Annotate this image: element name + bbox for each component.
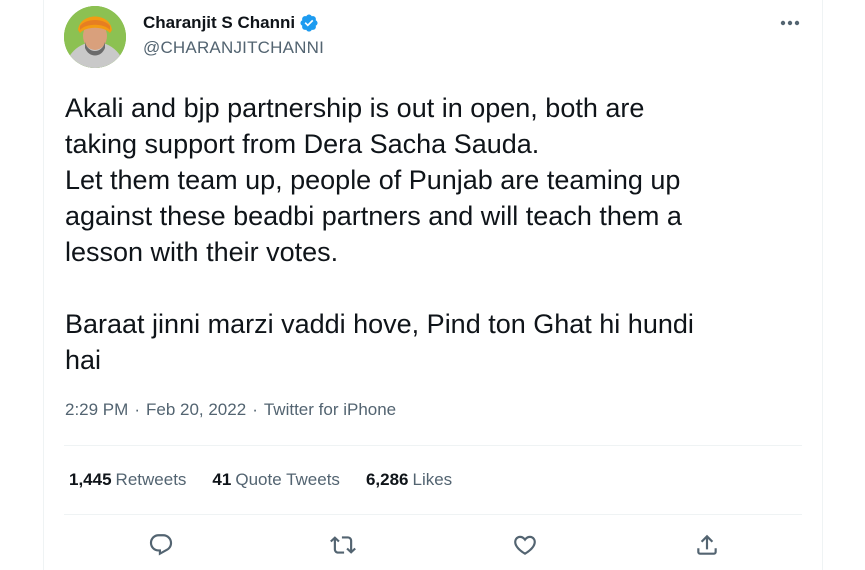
more-options-button[interactable] [773, 10, 807, 36]
likes-count: 6,286 [365, 470, 409, 489]
reply-button[interactable] [146, 530, 176, 560]
retweets-label: Retweets [115, 470, 187, 489]
tweet-line: Baraat jinni marzi vaddi hove, Pind ton … [65, 309, 694, 339]
action-bar [64, 530, 802, 562]
tweet-line: hai [65, 345, 102, 375]
quotes-label: Quote Tweets [235, 470, 340, 489]
verified-badge-icon [299, 13, 319, 33]
tweet-line: Akali and bjp partnership is out in open… [65, 93, 645, 123]
more-icon [780, 20, 800, 26]
quote-tweets-stat[interactable]: 41 Quote Tweets [212, 470, 340, 490]
avatar[interactable] [64, 6, 126, 68]
tweet-card: Charanjit S Channi @CHARANJITCHANNI Akal… [43, 0, 823, 570]
tweet-date[interactable]: Feb 20, 2022 [146, 400, 246, 420]
like-button[interactable] [510, 530, 540, 560]
tweet-source[interactable]: Twitter for iPhone [264, 400, 396, 420]
retweet-icon [330, 536, 356, 554]
divider [64, 445, 802, 446]
retweets-stat[interactable]: 1,445 Retweets [69, 470, 186, 490]
tweet-time[interactable]: 2:29 PM [65, 400, 128, 420]
reply-icon [149, 534, 173, 556]
share-button[interactable] [692, 530, 722, 560]
tweet-text: Akali and bjp partnership is out in open… [65, 90, 805, 378]
engagement-stats: 1,445 Retweets 41 Quote Tweets 6,286 Likes [69, 470, 478, 490]
share-icon [697, 534, 717, 555]
tweet-line: lesson with their votes. [65, 237, 339, 267]
author-info: Charanjit S Channi @CHARANJITCHANNI [143, 12, 324, 58]
likes-stat[interactable]: 6,286 Likes [366, 470, 452, 490]
tweet-line: Let them team up, people of Punjab are t… [65, 165, 681, 195]
retweet-button[interactable] [328, 530, 358, 560]
meta-separator: · [252, 400, 258, 419]
avatar-image [64, 6, 126, 68]
retweets-count: 1,445 [69, 470, 112, 489]
tweet-meta: 2:29 PM · Feb 20, 2022 · Twitter for iPh… [65, 400, 396, 420]
tweet-line: against these beadbi partners and will t… [65, 201, 682, 231]
author-name[interactable]: Charanjit S Channi [143, 13, 295, 33]
quotes-count: 41 [212, 470, 232, 489]
meta-separator: · [134, 400, 140, 419]
author-name-row: Charanjit S Channi [143, 12, 324, 34]
author-handle[interactable]: @CHARANJITCHANNI [143, 38, 324, 58]
likes-label: Likes [412, 470, 453, 489]
divider [64, 514, 802, 515]
tweet-line: taking support from Dera Sacha Sauda. [65, 129, 540, 159]
like-icon [514, 535, 536, 555]
